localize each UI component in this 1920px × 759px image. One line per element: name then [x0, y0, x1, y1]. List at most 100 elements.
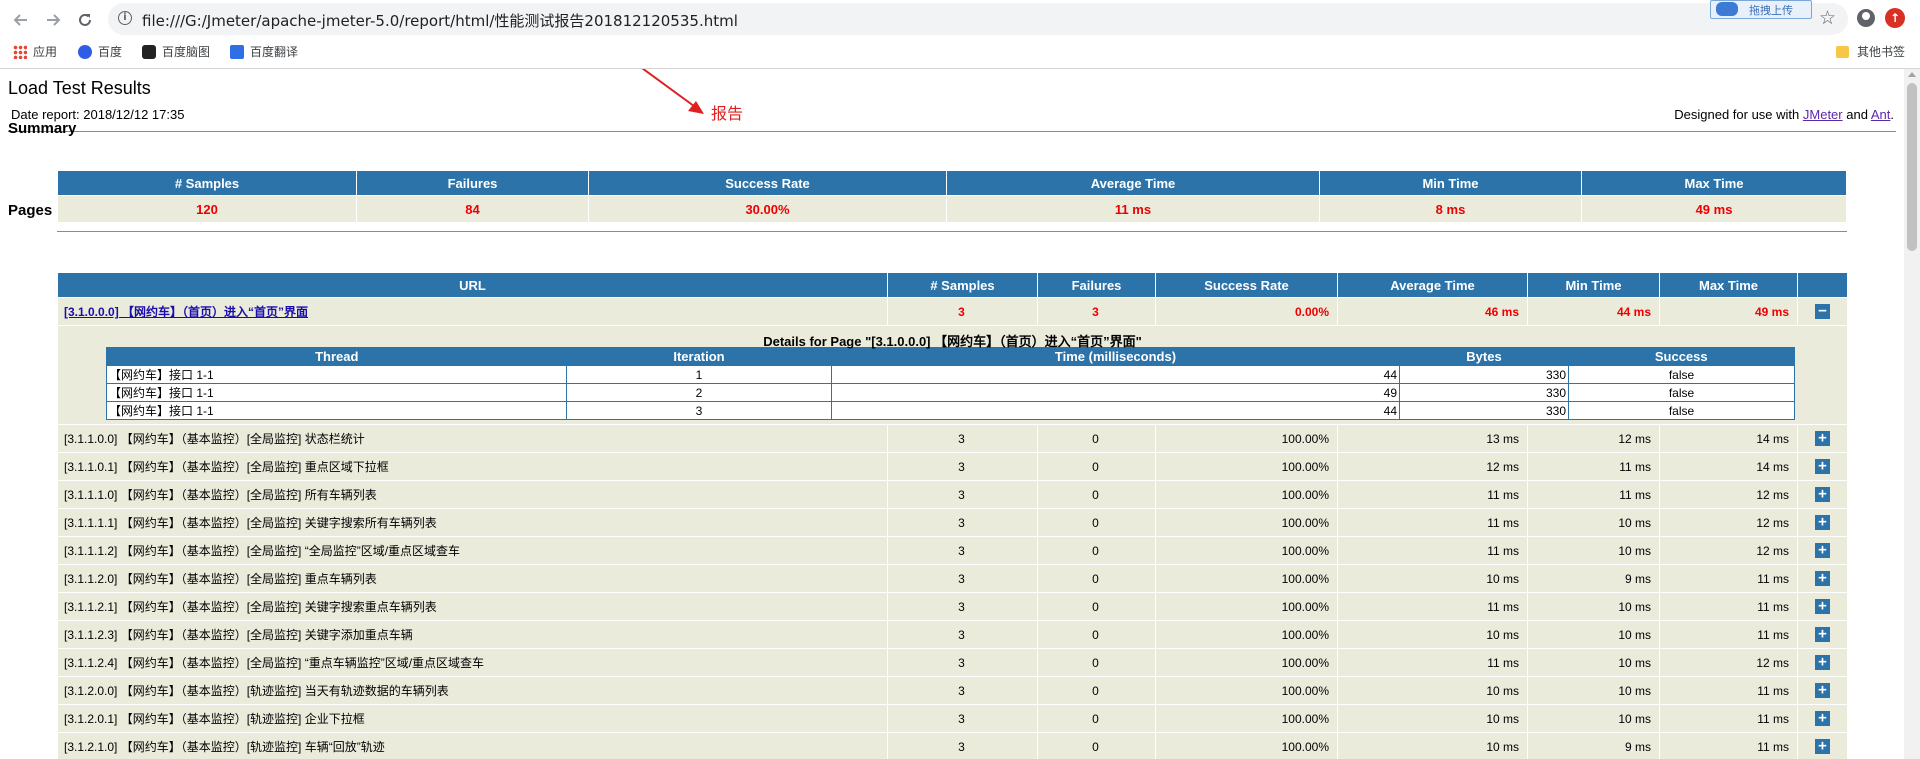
back-arrow-icon — [13, 14, 27, 26]
table-row: [3.1.2.0.0] 【网约车】（基本监控）[轨迹监控] 当天有轨迹数据的车辆… — [57, 676, 1848, 705]
bookmarks-bar: 应用 百度 百度脑图 百度翻译 其他书签 — [0, 40, 1920, 62]
max-time-cell: 12 ms — [1659, 480, 1798, 509]
success-rate-cell: 100.00% — [1155, 508, 1338, 537]
failures-cell: 0 — [1037, 564, 1156, 593]
average-time-cell: 10 ms — [1337, 676, 1528, 705]
page-url: [3.1.1.0.0] 【网约车】（基本监控）[全局监控] 状态栏统计 — [64, 432, 365, 446]
toggle-cell: + — [1797, 508, 1848, 537]
average-time-cell: 10 ms — [1337, 732, 1528, 759]
drag-upload-label: 拖拽上传 — [1749, 4, 1793, 17]
summary-col-min-time: Min Time — [1319, 170, 1582, 196]
min-time-cell: 10 ms — [1527, 676, 1660, 705]
details-table: Thread Iteration Time (milliseconds) Byt… — [106, 347, 1795, 420]
ant-link[interactable]: Ant — [1871, 107, 1891, 122]
max-time-cell: 11 ms — [1659, 704, 1798, 733]
success-rate-cell: 100.00% — [1155, 424, 1338, 453]
url-cell: [3.1.1.1.1] 【网约车】（基本监控）[全局监控] 关键字搜索所有车辆列… — [57, 508, 888, 537]
bookmark-label: 百度翻译 — [250, 45, 299, 59]
max-time-cell: 12 ms — [1659, 648, 1798, 677]
iteration-cell: 3 — [566, 401, 832, 420]
url-cell: [3.1.1.2.4] 【网约车】（基本监控）[全局监控] “重点车辆监控”区域… — [57, 648, 888, 677]
average-time-cell: 10 ms — [1337, 704, 1528, 733]
summary-row: 120 84 30.00% 11 ms 8 ms 49 ms — [57, 195, 1847, 223]
bookmark-baidu-naotu[interactable]: 百度脑图 — [142, 43, 210, 60]
samples-cell: 3 — [887, 297, 1038, 326]
expand-icon[interactable]: + — [1815, 683, 1830, 699]
pages-heading: Pages — [8, 202, 53, 219]
toggle-cell: + — [1797, 564, 1848, 593]
success-rate-cell: 100.00% — [1155, 704, 1338, 733]
info-icon[interactable]: i — [118, 11, 132, 25]
expand-icon[interactable]: + — [1815, 739, 1830, 755]
toggle-cell: − — [1797, 297, 1848, 326]
expand-icon[interactable]: + — [1815, 515, 1830, 531]
expand-icon[interactable]: + — [1815, 711, 1830, 727]
star-icon[interactable]: ☆ — [1819, 7, 1836, 29]
pages-body: [3.1.0.0.0] 【网约车】（首页）进入“首页”界面 3 3 0.00% … — [57, 297, 1848, 759]
expand-icon[interactable]: + — [1815, 459, 1830, 475]
average-time-cell: 13 ms — [1337, 424, 1528, 453]
details-col-bytes: Bytes — [1399, 347, 1569, 366]
jmeter-link[interactable]: JMeter — [1803, 107, 1843, 122]
pages-col-failures: Failures — [1037, 272, 1156, 298]
expand-icon[interactable]: + — [1815, 571, 1830, 587]
page-title: Load Test Results — [8, 78, 151, 98]
back-button[interactable] — [8, 7, 34, 33]
drag-upload-button[interactable]: 拖拽上传 — [1710, 0, 1812, 19]
expand-icon[interactable]: + — [1815, 543, 1830, 559]
expand-icon[interactable]: + — [1815, 431, 1830, 447]
account-icon[interactable] — [1857, 9, 1875, 27]
bookmark-label: 应用 — [33, 45, 58, 59]
toggle-cell: + — [1797, 620, 1848, 649]
min-time-cell: 44 ms — [1527, 297, 1660, 326]
page-url: [3.1.2.1.0] 【网约车】（基本监控）[轨迹监控] 车辆“回放”轨迹 — [64, 740, 385, 754]
summary-heading: Summary — [8, 120, 77, 137]
samples-cell: 3 — [887, 620, 1038, 649]
bookmark-other[interactable]: 其他书签 — [1836, 43, 1905, 60]
expand-icon[interactable]: + — [1815, 627, 1830, 643]
max-time-cell: 11 ms — [1659, 676, 1798, 705]
table-row: [3.1.1.2.1] 【网约车】（基本监控）[全局监控] 关键字搜索重点车辆列… — [57, 592, 1848, 621]
divider — [57, 231, 1847, 232]
expand-icon[interactable]: + — [1815, 487, 1830, 503]
expand-icon[interactable]: + — [1815, 599, 1830, 615]
forward-button[interactable] — [40, 7, 66, 33]
table-row: [3.1.1.0.1] 【网约车】（基本监控）[全局监控] 重点区域下拉框 3 … — [57, 452, 1848, 481]
bookmark-baidu[interactable]: 百度 — [78, 43, 122, 60]
page-url: [3.1.1.1.0] 【网约车】（基本监控）[全局监控] 所有车辆列表 — [64, 488, 377, 502]
failures-cell: 0 — [1037, 480, 1156, 509]
table-row: [3.1.1.1.2] 【网约车】（基本监控）[全局监控] “全局监控”区域/重… — [57, 536, 1848, 565]
expand-icon[interactable]: + — [1815, 655, 1830, 671]
page-url: [3.1.1.2.4] 【网约车】（基本监控）[全局监控] “重点车辆监控”区域… — [64, 656, 485, 670]
scrollbar-thumb[interactable] — [1907, 83, 1917, 251]
summary-table: # Samples Failures Success Rate Average … — [57, 170, 1847, 223]
page-url-link[interactable]: [3.1.0.0.0] 【网约车】（首页）进入“首页”界面 — [64, 305, 308, 319]
samples-cell: 3 — [887, 452, 1038, 481]
url-cell: [3.1.2.1.0] 【网约车】（基本监控）[轨迹监控] 车辆“回放”轨迹 — [57, 732, 888, 759]
bookmark-baidu-translate[interactable]: 百度翻译 — [230, 43, 298, 60]
iteration-cell: 2 — [566, 383, 832, 402]
time-cell: 44 — [831, 365, 1400, 384]
url-cell: [3.1.1.2.0] 【网约车】（基本监控）[全局监控] 重点车辆列表 — [57, 564, 888, 593]
summary-failures: 84 — [356, 195, 589, 223]
bookmark-apps[interactable]: 应用 — [13, 43, 57, 60]
samples-cell: 3 — [887, 592, 1038, 621]
success-cell: false — [1568, 365, 1795, 384]
annotation-arrow — [641, 69, 704, 114]
average-time-cell: 11 ms — [1337, 648, 1528, 677]
address-url[interactable]: file:///G:/Jmeter/apache-jmeter-5.0/repo… — [142, 10, 738, 31]
reload-button[interactable] — [72, 7, 98, 33]
page-url: [3.1.2.0.0] 【网约车】（基本监控）[轨迹监控] 当天有轨迹数据的车辆… — [64, 684, 449, 698]
url-cell[interactable]: [3.1.0.0.0] 【网约车】（首页）进入“首页”界面 — [57, 297, 888, 326]
annotation-label: 报告 — [711, 106, 744, 123]
collapse-icon[interactable]: − — [1815, 304, 1830, 320]
table-row: [3.1.0.0.0] 【网约车】（首页）进入“首页”界面 3 3 0.00% … — [57, 297, 1848, 326]
toggle-cell: + — [1797, 424, 1848, 453]
address-bar[interactable]: i file:///G:/Jmeter/apache-jmeter-5.0/re… — [108, 3, 1848, 35]
scroll-up-arrow-icon[interactable] — [1908, 72, 1916, 77]
vertical-scrollbar[interactable] — [1904, 69, 1920, 759]
bytes-cell: 330 — [1399, 383, 1569, 402]
update-alert-icon[interactable]: ↑ — [1885, 8, 1905, 28]
min-time-cell: 10 ms — [1527, 704, 1660, 733]
pages-col-min-time: Min Time — [1527, 272, 1660, 298]
